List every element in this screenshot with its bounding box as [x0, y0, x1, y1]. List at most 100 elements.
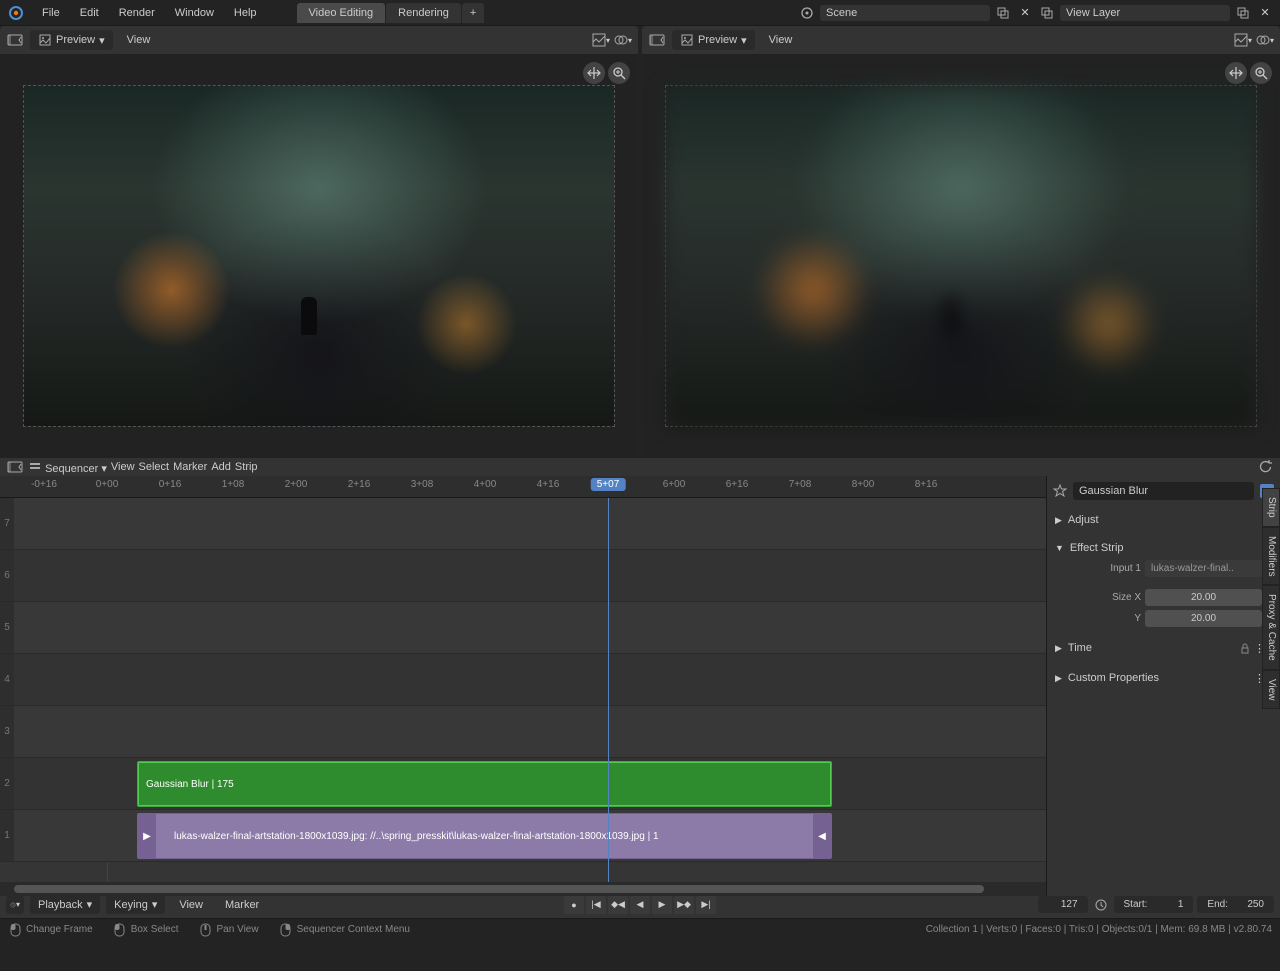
ruler-tick: 1+08: [222, 479, 245, 490]
workspace-add-button[interactable]: +: [462, 3, 484, 23]
preview-view-menu[interactable]: View: [119, 31, 159, 49]
tab-view[interactable]: View: [1262, 670, 1280, 710]
preview-mode-dropdown[interactable]: Preview ▾: [672, 30, 755, 50]
channels-icon[interactable]: ▾: [592, 31, 610, 49]
keying-dropdown[interactable]: Keying▾: [106, 895, 165, 914]
lock-icon[interactable]: [1238, 641, 1252, 655]
menu-file[interactable]: File: [32, 3, 70, 23]
new-scene-icon[interactable]: [994, 4, 1012, 22]
delete-layer-icon[interactable]: ✕: [1256, 4, 1274, 22]
menu-render[interactable]: Render: [109, 3, 165, 23]
sizex-field[interactable]: 20.00: [1145, 589, 1262, 606]
editor-type-icon[interactable]: [6, 458, 24, 476]
strip-handle-left[interactable]: ▶: [138, 814, 156, 858]
preview-view-menu[interactable]: View: [761, 31, 801, 49]
chevron-right-icon: ▶: [1055, 515, 1062, 526]
input1-label: Input 1: [1055, 563, 1141, 574]
workspace-tab-video-editing[interactable]: Video Editing: [297, 3, 386, 23]
timeline-ruler[interactable]: -0+16 0+00 0+16 1+08 2+00 2+16 3+08 4+00…: [0, 476, 1046, 498]
sizey-field[interactable]: 20.00: [1145, 610, 1262, 627]
browse-scene-icon[interactable]: [798, 4, 816, 22]
sizey-label: Y: [1055, 613, 1141, 624]
effect-strip[interactable]: Gaussian Blur | 175: [137, 761, 832, 807]
strip-name-input[interactable]: [1073, 482, 1254, 500]
workspace-tab-rendering[interactable]: Rendering: [386, 3, 461, 23]
ruler-tick: 0+00: [96, 479, 119, 490]
scene-name-input[interactable]: [826, 7, 926, 19]
preview-canvas-right[interactable]: [642, 54, 1280, 458]
overlay-icon[interactable]: ▾: [614, 31, 632, 49]
sequencer-mode-dropdown[interactable]: Sequencer ▾: [28, 459, 107, 475]
track-number: 6: [0, 550, 14, 601]
timeline-area[interactable]: -0+16 0+00 0+16 1+08 2+00 2+16 3+08 4+00…: [0, 476, 1046, 896]
section-effect-strip[interactable]: ▼Effect Strip: [1055, 538, 1272, 558]
play-button[interactable]: ▶: [652, 896, 672, 914]
ruler-tick: 2+16: [348, 479, 371, 490]
auto-keyframe-button[interactable]: ●: [564, 896, 584, 914]
section-custom-properties[interactable]: ▶Custom Properties ⋮⋮: [1055, 667, 1272, 689]
view-layer-input[interactable]: [1066, 7, 1166, 19]
sequencer-menu-marker[interactable]: Marker: [173, 461, 207, 473]
sequencer-menu-view[interactable]: View: [111, 461, 135, 473]
delete-scene-icon[interactable]: ✕: [1016, 4, 1034, 22]
strip-properties-panel: ✓ ▶Adjust ▼Effect Strip Input 1 lukas-wa…: [1046, 476, 1280, 896]
timeline-scrollbar[interactable]: [0, 882, 1046, 896]
chevron-down-icon: ▾: [87, 898, 93, 911]
preview-image-right: [665, 85, 1257, 427]
new-layer-icon[interactable]: [1234, 4, 1252, 22]
playhead-label[interactable]: 5+07: [591, 478, 626, 491]
start-frame-field[interactable]: Start:1: [1114, 896, 1194, 913]
scene-name-field[interactable]: [820, 5, 990, 21]
preview-canvas-left[interactable]: [0, 54, 638, 458]
preview-mode-label: Preview: [56, 34, 95, 46]
overlay-icon[interactable]: ▾: [1256, 31, 1274, 49]
ruler-tick: -0+16: [31, 479, 57, 490]
pan-view-icon[interactable]: [583, 62, 605, 84]
menu-help[interactable]: Help: [224, 3, 267, 23]
tab-proxy-cache[interactable]: Proxy & Cache: [1262, 585, 1280, 670]
strip-handle-right[interactable]: ◀: [813, 814, 831, 858]
sequencer-menu-add[interactable]: Add: [211, 461, 231, 473]
playback-view-menu[interactable]: View: [171, 896, 211, 914]
current-frame-field[interactable]: 127: [1038, 896, 1088, 913]
ruler-tick: 8+00: [852, 479, 875, 490]
menu-window[interactable]: Window: [165, 3, 224, 23]
status-pan-view: Pan View: [199, 923, 259, 937]
sizex-label: Size X: [1055, 592, 1141, 603]
timeline-tracks[interactable]: 7 6 5 4 3 2 Gaussian Blur | 175 1 ▶ luka…: [0, 498, 1046, 882]
preview-range-icon[interactable]: [1092, 896, 1110, 914]
chevron-down-icon: ▾: [101, 463, 107, 475]
playhead-line[interactable]: [608, 498, 609, 882]
pan-view-icon[interactable]: [1225, 62, 1247, 84]
playback-dropdown[interactable]: Playback▾: [30, 895, 100, 914]
play-reverse-button[interactable]: ◀: [630, 896, 650, 914]
browse-layer-icon[interactable]: [1038, 4, 1056, 22]
zoom-icon[interactable]: [608, 62, 630, 84]
section-time[interactable]: ▶Time ⋮⋮: [1055, 637, 1272, 659]
refresh-icon[interactable]: [1256, 458, 1274, 476]
editor-type-icon[interactable]: [648, 31, 666, 49]
jump-to-end-button[interactable]: ▶|: [696, 896, 716, 914]
menu-edit[interactable]: Edit: [70, 3, 109, 23]
status-box-select: Box Select: [113, 923, 179, 937]
sequencer-menu-strip[interactable]: Strip: [235, 461, 258, 473]
chevron-down-icon: ▾: [152, 898, 158, 911]
section-adjust[interactable]: ▶Adjust: [1055, 510, 1272, 530]
editor-type-icon[interactable]: [6, 31, 24, 49]
jump-to-prev-keyframe-button[interactable]: ◆◀: [608, 896, 628, 914]
status-bar: Change Frame Box Select Pan View Sequenc…: [0, 918, 1280, 940]
preview-mode-dropdown[interactable]: Preview ▾: [30, 30, 113, 50]
jump-to-next-keyframe-button[interactable]: ▶◆: [674, 896, 694, 914]
editor-type-timeline-icon[interactable]: ▾: [6, 896, 24, 914]
tab-strip[interactable]: Strip: [1262, 488, 1280, 527]
playback-marker-menu[interactable]: Marker: [217, 896, 267, 914]
channels-icon[interactable]: ▾: [1234, 31, 1252, 49]
zoom-icon[interactable]: [1250, 62, 1272, 84]
tab-modifiers[interactable]: Modifiers: [1262, 527, 1280, 586]
sequencer-menu-select[interactable]: Select: [139, 461, 170, 473]
jump-to-start-button[interactable]: |◀: [586, 896, 606, 914]
image-strip[interactable]: ▶ lukas-walzer-final-artstation-1800x103…: [137, 813, 832, 859]
ruler-tick: 8+16: [915, 479, 938, 490]
view-layer-field[interactable]: [1060, 5, 1230, 21]
end-frame-field[interactable]: End:250: [1197, 896, 1274, 913]
